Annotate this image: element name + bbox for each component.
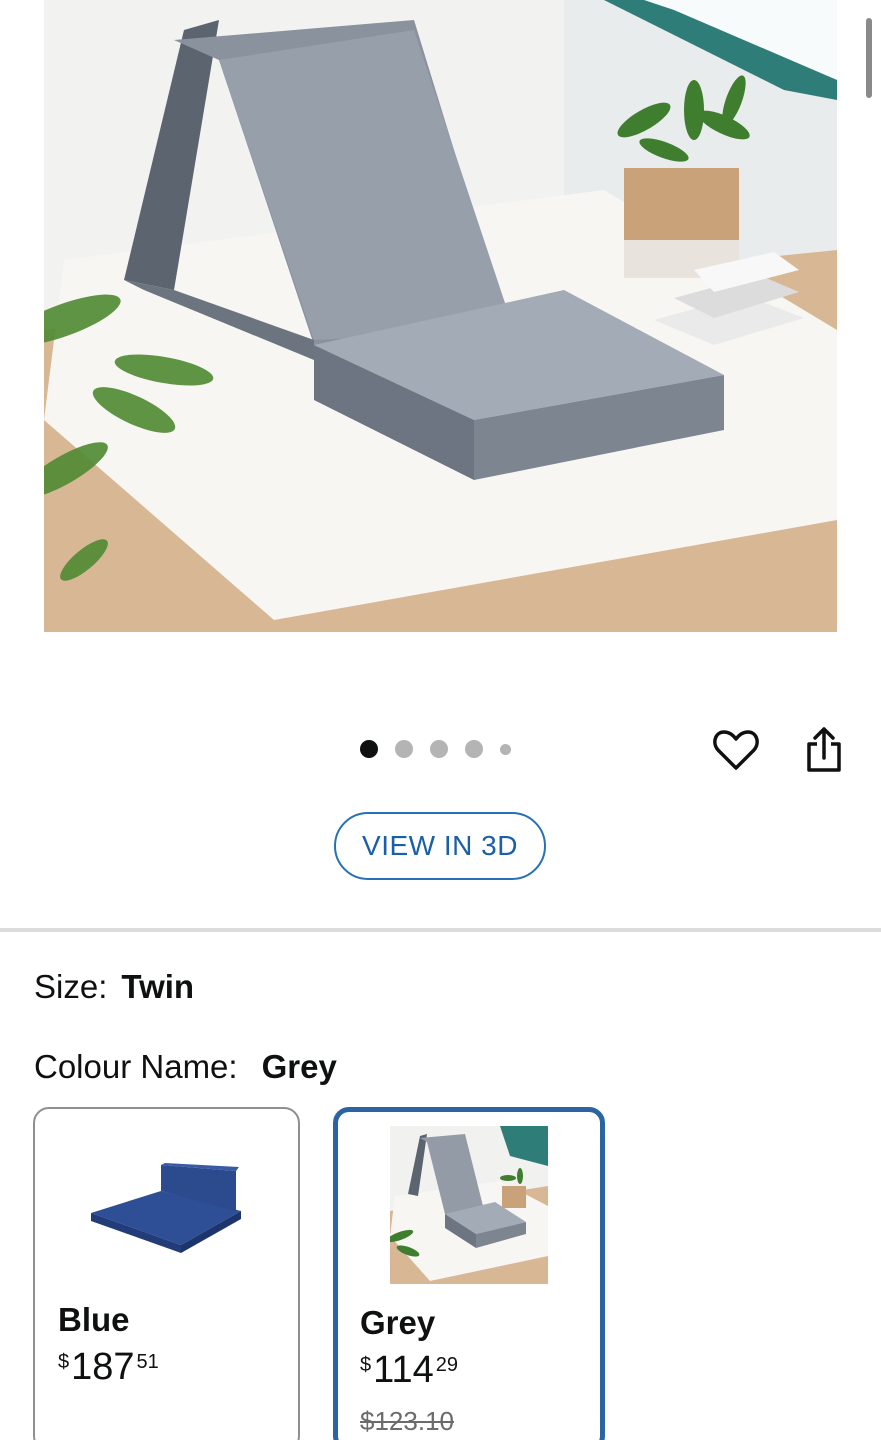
blue-mattress-thumbnail	[91, 1163, 243, 1255]
list-price-strikethrough: $123.10	[360, 1406, 454, 1436]
colour-option-blue[interactable]: Blue $ 187 51	[33, 1107, 300, 1440]
price-whole: 187	[71, 1346, 135, 1388]
product-image[interactable]	[44, 0, 837, 632]
wishlist-button[interactable]	[711, 726, 761, 774]
tri-fold-mattress-photo	[44, 0, 837, 632]
price-currency: $	[58, 1351, 70, 1373]
price-whole: 114	[373, 1349, 434, 1391]
image-carousel-dots	[360, 738, 528, 760]
size-selection: Size: Twin	[34, 968, 194, 1006]
share-icon	[807, 727, 841, 772]
carousel-dot-2[interactable]	[395, 740, 413, 758]
colour-value: Grey	[261, 1048, 337, 1085]
page-scrollbar[interactable]	[866, 18, 872, 98]
view-in-3d-button[interactable]: VIEW IN 3D	[334, 812, 546, 880]
carousel-dot-1[interactable]	[360, 740, 378, 758]
price-fraction: 29	[435, 1354, 458, 1376]
section-divider	[0, 928, 881, 932]
colour-label: Colour Name:	[34, 1048, 238, 1085]
colour-option-grey[interactable]: Grey $ 114 29 $123.10	[333, 1107, 605, 1440]
carousel-dot-4[interactable]	[465, 740, 483, 758]
heart-icon	[713, 730, 759, 770]
option-price: $ 114 29	[360, 1350, 458, 1390]
price-fraction: 51	[136, 1351, 159, 1373]
price-currency: $	[360, 1354, 372, 1376]
carousel-dot-3[interactable]	[430, 740, 448, 758]
size-value: Twin	[121, 968, 195, 1005]
option-name: Blue	[58, 1301, 130, 1338]
carousel-dot-5[interactable]	[500, 743, 511, 755]
size-label: Size:	[34, 968, 108, 1005]
option-price: $ 187 51	[58, 1347, 159, 1387]
share-button[interactable]	[800, 722, 848, 778]
option-name: Grey	[360, 1304, 436, 1341]
grey-mattress-thumbnail	[390, 1126, 548, 1284]
colour-selection: Colour Name: Grey	[34, 1048, 337, 1086]
